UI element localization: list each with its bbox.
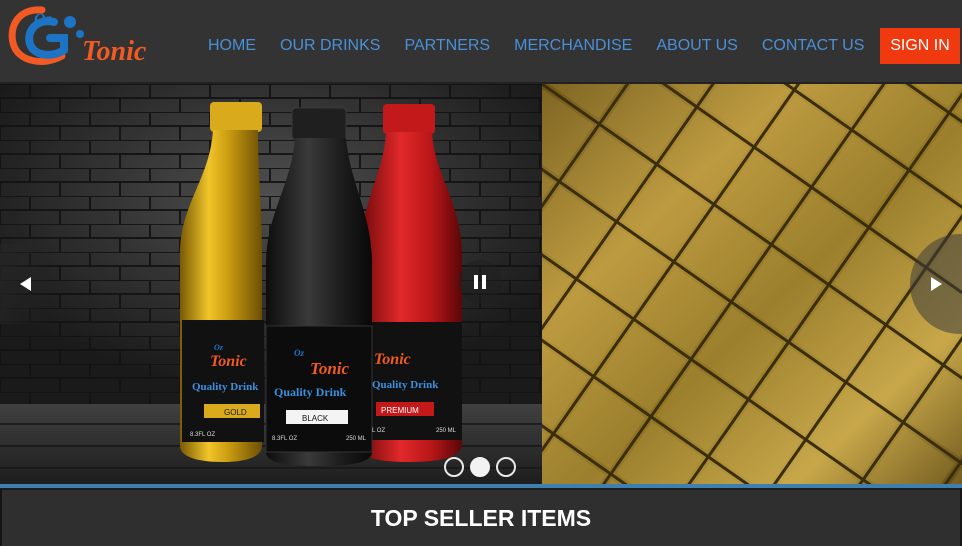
site-header: Oz Tonic HOME OUR DRINKS PARTNERS MERCHA… — [0, 0, 962, 84]
svg-text:Tonic: Tonic — [374, 351, 411, 368]
logo-tonic-text: Tonic — [82, 36, 147, 67]
slider-pause-button[interactable] — [458, 260, 502, 304]
svg-text:Oz: Oz — [214, 343, 224, 352]
pause-icon — [472, 275, 488, 289]
nav-partners[interactable]: PARTNERS — [404, 37, 490, 55]
arrow-left-icon — [19, 277, 31, 291]
nav-our-drinks[interactable]: OUR DRINKS — [280, 37, 380, 55]
nav-contact-us[interactable]: CONTACT US — [762, 37, 865, 55]
svg-text:Quality Drink: Quality Drink — [274, 385, 347, 399]
svg-text:Quality Drink: Quality Drink — [372, 379, 439, 391]
slider-pagination — [444, 457, 522, 477]
svg-text:Oz: Oz — [294, 348, 304, 358]
svg-text:8.3FL OZ: 8.3FL OZ — [272, 436, 297, 442]
svg-text:250 ML: 250 ML — [436, 428, 457, 434]
nav-merchandise[interactable]: MERCHANDISE — [514, 37, 632, 55]
top-seller-section: TOP SELLER ITEMS — [0, 488, 962, 546]
logo-graphic: Oz Tonic — [8, 6, 147, 67]
slider-dot-3[interactable] — [496, 457, 516, 477]
section-title: TOP SELLER ITEMS — [370, 504, 592, 531]
slider-prev-button[interactable] — [0, 244, 50, 324]
hero-slider: Tonic Quality Drink PREMIUM L OZ 250 ML … — [0, 84, 962, 484]
svg-text:BLACK: BLACK — [302, 414, 329, 423]
svg-text:8.3FL OZ: 8.3FL OZ — [190, 432, 215, 438]
arrow-right-icon — [930, 277, 942, 291]
slider-dot-2[interactable] — [470, 457, 490, 477]
nav-home[interactable]: HOME — [208, 37, 256, 55]
nav-about-us[interactable]: ABOUT US — [656, 37, 738, 55]
svg-text:Tonic: Tonic — [310, 359, 350, 378]
slide-gold-texture-image — [542, 84, 962, 484]
oztonic-logo[interactable]: Oz Tonic — [4, 0, 164, 80]
svg-text:GOLD: GOLD — [224, 408, 247, 417]
svg-text:L OZ: L OZ — [372, 428, 385, 434]
svg-text:Quality Drink: Quality Drink — [192, 381, 259, 393]
logo-oz-text: Oz — [34, 11, 53, 28]
main-nav: HOME OUR DRINKS PARTNERS MERCHANDISE ABO… — [196, 28, 876, 64]
svg-text:Tonic: Tonic — [210, 353, 247, 370]
svg-text:250 ML: 250 ML — [346, 436, 367, 442]
sign-in-button[interactable]: SIGN IN — [880, 28, 960, 64]
svg-text:PREMIUM: PREMIUM — [381, 406, 419, 415]
slider-dot-1[interactable] — [444, 457, 464, 477]
